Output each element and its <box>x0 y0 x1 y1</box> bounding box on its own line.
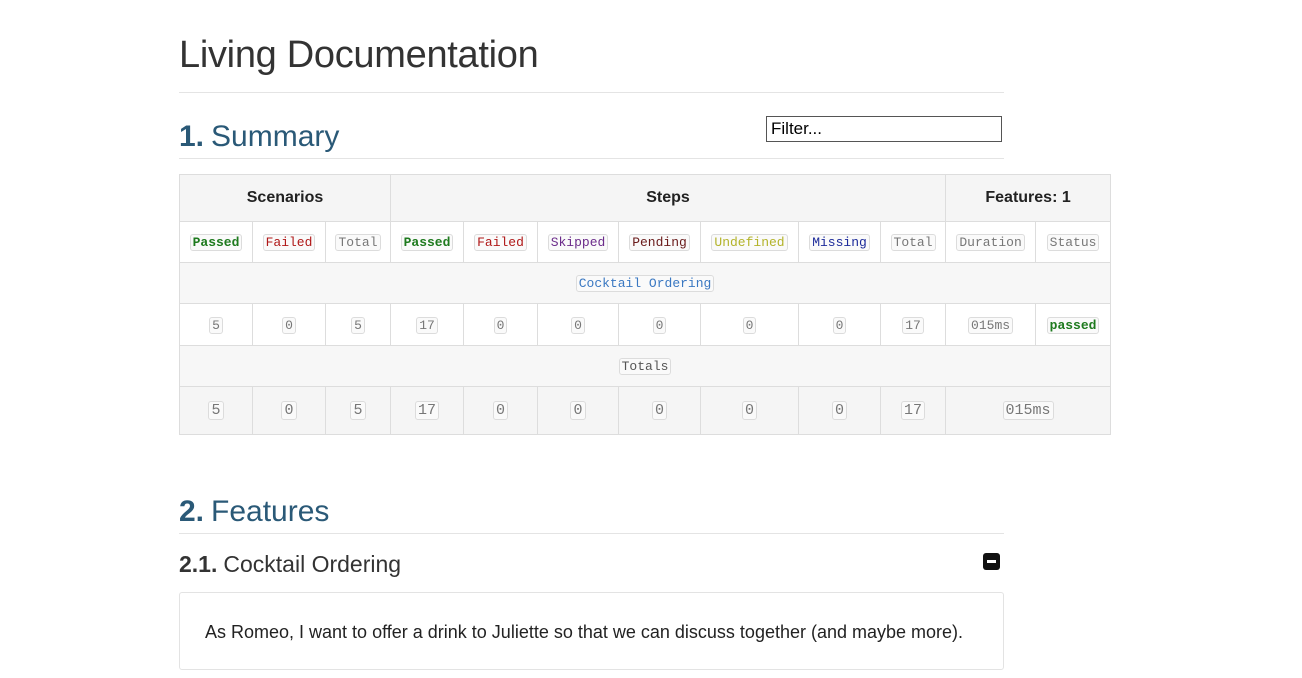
totals-label-row: Totals <box>178 345 1112 387</box>
totals-row: 5 0 5 17 0 0 0 0 0 17 015ms <box>179 386 1112 435</box>
totals-duration: 015ms <box>1002 401 1054 420</box>
col-duration: Duration <box>945 221 1037 263</box>
summary-divider <box>179 158 1004 159</box>
summary-title: Summary <box>211 120 340 153</box>
col-scenarios-passed: Passed <box>179 221 253 263</box>
feature-status-badge: passed <box>1046 316 1100 334</box>
col-steps-total: Total <box>879 221 947 263</box>
totals-scenarios-passed: 5 <box>208 401 224 420</box>
col-steps-missing: Missing <box>798 221 881 263</box>
totals-steps-skipped: 0 <box>570 401 586 420</box>
feature-description: As Romeo, I want to offer a drink to Jul… <box>205 622 964 642</box>
summary-group-header-row: Scenarios Steps Features: 1 <box>179 174 1112 222</box>
feature-steps-passed: 17 <box>416 316 438 334</box>
feature-steps-failed: 0 <box>493 316 508 334</box>
features-title: Features <box>211 495 330 528</box>
features-number: 2. <box>179 495 205 528</box>
features-divider <box>179 533 1004 534</box>
feature-steps-missing: 0 <box>832 316 847 334</box>
feature-number: 2.1. <box>179 551 218 577</box>
summary-column-header-row: Passed Failed Total Passed Failed Skippe… <box>179 221 1112 263</box>
col-steps-undefined: Undefined <box>700 221 799 263</box>
title-divider <box>179 92 1004 93</box>
totals-scenarios-total: 5 <box>350 401 366 420</box>
filter-input[interactable] <box>766 116 1002 142</box>
feature-scenarios-total: 5 <box>351 316 365 334</box>
col-scenarios-total: Total <box>325 221 391 263</box>
totals-steps-failed: 0 <box>492 401 508 420</box>
page-title: Living Documentation <box>179 34 539 76</box>
feature-duration: 015ms <box>968 316 1014 334</box>
col-status: Status <box>1035 221 1112 263</box>
feature-stats-row: 5 0 5 17 0 0 0 0 0 17 015ms passed <box>179 303 1112 346</box>
col-scenarios-failed: Failed <box>252 221 326 263</box>
feature-steps-pending: 0 <box>652 316 667 334</box>
feature-scenarios-failed: 0 <box>282 316 296 334</box>
feature-steps-total: 17 <box>902 316 924 334</box>
feature-steps-skipped: 0 <box>571 316 585 334</box>
feature-heading: 2.1. Cocktail Ordering <box>179 550 401 578</box>
totals-steps-undefined: 0 <box>741 401 757 420</box>
totals-scenarios-failed: 0 <box>281 401 297 420</box>
totals-steps-passed: 17 <box>414 401 439 420</box>
collapse-minus-icon[interactable] <box>983 553 1000 570</box>
totals-steps-missing: 0 <box>831 401 847 420</box>
features-group-header: Features: 1 <box>945 174 1112 222</box>
totals-label: Totals <box>618 358 672 375</box>
feature-title: Cocktail Ordering <box>223 551 402 577</box>
col-steps-failed: Failed <box>463 221 538 263</box>
col-steps-skipped: Skipped <box>537 221 619 263</box>
scenarios-group-header: Scenarios <box>179 174 391 222</box>
summary-table: Scenarios Steps Features: 1 Passed Faile… <box>178 174 1112 435</box>
feature-link-cocktail-ordering[interactable]: Cocktail Ordering <box>575 275 715 292</box>
feature-scenarios-passed: 5 <box>209 316 223 334</box>
features-heading: 2. Features <box>179 494 329 530</box>
feature-steps-undefined: 0 <box>742 316 757 334</box>
col-steps-passed: Passed <box>390 221 464 263</box>
feature-name-row: Cocktail Ordering <box>178 262 1112 304</box>
summary-heading: 1. Summary <box>179 119 339 155</box>
summary-number: 1. <box>179 120 205 153</box>
feature-description-panel: As Romeo, I want to offer a drink to Jul… <box>179 592 1004 670</box>
steps-group-header: Steps <box>389 174 947 222</box>
totals-steps-total: 17 <box>901 401 926 420</box>
col-steps-pending: Pending <box>618 221 701 263</box>
totals-steps-pending: 0 <box>651 401 667 420</box>
